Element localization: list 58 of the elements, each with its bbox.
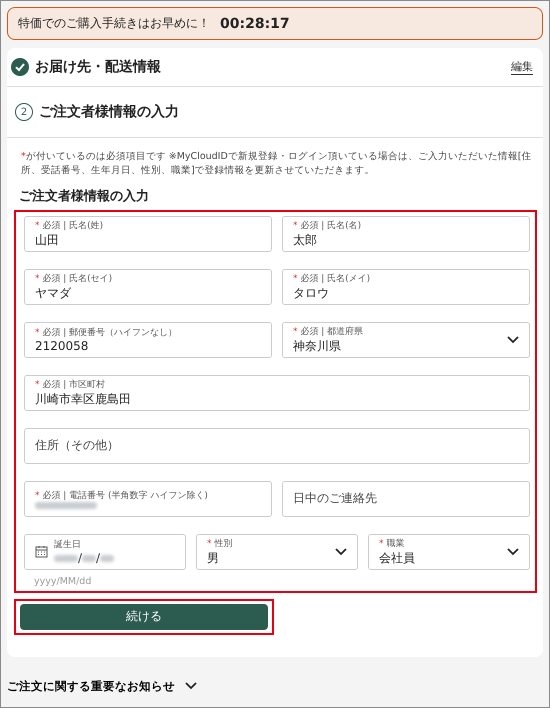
field-placeholder: 日中のご連絡先 xyxy=(293,490,378,507)
blurred-value xyxy=(54,554,78,562)
field-label: * 必須 | 氏名(メイ) xyxy=(293,272,372,284)
chevron-icon xyxy=(507,336,519,344)
input-field[interactable]: * 必須 | 氏名(名) 太郎 xyxy=(282,216,530,252)
input-field[interactable]: 日中のご連絡先 xyxy=(282,480,530,516)
format-hint: yyyy/MM/dd xyxy=(34,576,92,586)
date-separator: / xyxy=(96,551,100,565)
field-label: 誕生日 xyxy=(54,538,82,551)
form-title: ご注文者様情報の入力 xyxy=(19,188,150,204)
date-field[interactable]: 誕生日 / / xyxy=(24,534,186,570)
field-label: * 必須 | 都道府県 xyxy=(293,326,364,338)
field-value: 川崎市幸区鹿島田 xyxy=(35,390,132,408)
field-value: 2120058 xyxy=(35,339,90,353)
select-field[interactable]: * 性別 男 xyxy=(196,534,358,570)
field-value: 太郎 xyxy=(293,232,318,248)
edit-link[interactable]: 編集 xyxy=(511,59,533,75)
field-value: タロウ xyxy=(293,284,330,302)
field-value: 男 xyxy=(207,550,220,566)
field-value: 山田 xyxy=(35,232,60,248)
field-value: 神奈川県 xyxy=(293,338,342,354)
notice-toggle[interactable]: ご注文に関する重要なお知らせ xyxy=(7,678,197,694)
countdown-timer: 00:28:17 xyxy=(220,16,290,32)
input-field[interactable]: 住所（その他） xyxy=(24,428,530,464)
input-field[interactable]: * 必須 | 市区町村 川崎市幸区鹿島田 xyxy=(24,374,530,410)
field-label: * 必須 | 氏名(名) xyxy=(293,220,362,232)
input-field[interactable]: * 必須 | 電話番号 (半角数字 ハイフン除く) xyxy=(24,480,272,516)
field-label: * 必須 | 電話番号 (半角数字 ハイフン除く) xyxy=(35,490,209,502)
chevron-icon xyxy=(507,548,519,556)
field-label: * 必須 | 氏名(セイ) xyxy=(35,272,114,284)
calendar-icon xyxy=(35,545,48,558)
continue-button[interactable]: 続ける xyxy=(20,604,268,630)
chevron-icon xyxy=(185,682,197,690)
blurred-value xyxy=(100,554,114,562)
field-label: * 必須 | 郵便番号（ハイフンなし） xyxy=(35,326,178,339)
field-placeholder: 住所（その他） xyxy=(35,437,120,454)
input-field[interactable]: * 必須 | 氏名(メイ) タロウ xyxy=(282,268,530,304)
step-title: お届け先・配送情報 xyxy=(35,58,162,76)
field-value: ヤマダ xyxy=(35,284,72,302)
date-separator: / xyxy=(78,551,82,565)
chevron-icon xyxy=(335,548,347,556)
blurred-value xyxy=(35,502,97,508)
input-field[interactable]: * 必須 | 氏名(セイ) ヤマダ xyxy=(24,268,272,304)
check-icon xyxy=(11,58,29,76)
step-title: ご注文者様情報の入力 xyxy=(39,103,180,121)
blurred-value xyxy=(82,554,96,562)
field-label: * 必須 | 市区町村 xyxy=(35,378,106,390)
field-label: * 必須 | 氏名(姓) xyxy=(35,220,104,232)
notice-text: 特価でのご購入手続きはお早めに！ xyxy=(18,15,210,32)
input-field[interactable]: * 必須 | 氏名(姓) 山田 xyxy=(24,216,272,252)
field-label: * 職業 xyxy=(379,538,406,550)
input-field[interactable]: * 必須 | 郵便番号（ハイフンなし） 2120058 xyxy=(24,322,272,358)
field-value: 会社員 xyxy=(379,550,416,566)
required-note: *が付いているのは必須項目です ※MyCloudIDで新規登録・ログイン頂いている場合は、ご入力いただいた情報[住所、受話番号、生年月日、性別、職業]で登録情報を更新させていただきます。 xyxy=(21,150,533,178)
step-number: 2 xyxy=(15,103,33,121)
field-label: * 性別 xyxy=(207,538,234,550)
select-field[interactable]: * 必須 | 都道府県 神奈川県 xyxy=(282,322,530,358)
select-field[interactable]: * 職業 会社員 xyxy=(368,534,530,570)
